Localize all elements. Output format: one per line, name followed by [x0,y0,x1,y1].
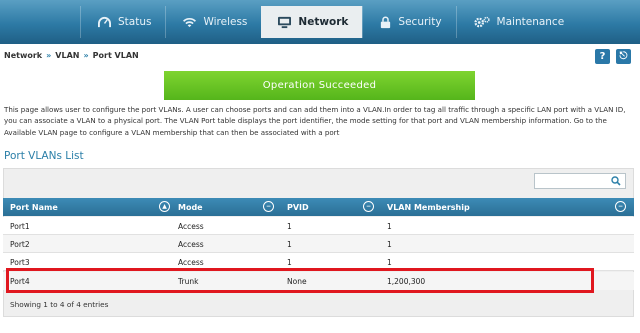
nav-tab-status-label: Status [118,16,152,28]
nav-tab-network[interactable]: Network [261,6,363,38]
top-nav-bar: Status Wireless Network Security Mainten… [0,0,640,44]
breadcrumb-separator: » [46,51,52,60]
sort-up-icon[interactable]: ▲ [159,201,170,212]
sort-icon[interactable]: − [363,201,374,212]
table-row[interactable]: Port1 Access 1 1 [3,217,634,235]
cell-mode: Access [178,221,204,231]
cell-pvid: 1 [287,221,292,231]
nav-tab-status[interactable]: Status [80,6,165,38]
breadcrumb: Network» VLAN» Port VLAN [4,51,139,60]
nav-tab-network-label: Network [298,16,349,28]
page-description: This page allows user to configure the p… [4,105,626,137]
column-header-mode[interactable]: Mode [178,198,203,216]
nav-tab-security[interactable]: Security [362,6,455,38]
help-button[interactable]: ? [595,49,610,64]
gear-icon [473,16,490,27]
cell-pvid: 1 [287,239,292,249]
sort-icon[interactable]: − [615,201,626,212]
logout-button[interactable]: ⎋ [616,49,631,64]
logout-icon: ⎋ [619,51,628,62]
nav-tab-security-label: Security [398,16,442,28]
help-icon: ? [599,51,606,62]
cell-vlan-membership: 1 [387,221,392,231]
column-header-pvid[interactable]: PVID [287,198,309,216]
table-header: Port Name ▲ Mode − PVID − VLAN Membershi… [3,198,634,216]
cell-mode: Access [178,239,204,249]
nav-tab-wireless[interactable]: Wireless [165,6,261,38]
column-header-port-name[interactable]: Port Name [10,198,58,216]
table-row[interactable]: Port2 Access 1 1 [3,235,634,253]
main-nav: Status Wireless Network Security Mainten… [80,6,640,38]
nav-tab-maintenance[interactable]: Maintenance [455,6,579,38]
selection-highlight [6,268,594,293]
table-footer-info: Showing 1 to 4 of 4 entries [10,300,109,309]
sort-icon[interactable]: − [263,201,274,212]
breadcrumb-separator: » [83,51,89,60]
success-banner: Operation Succeeded [164,71,475,100]
gauge-icon [98,16,111,27]
nav-tab-wireless-label: Wireless [203,16,248,28]
cell-port-name: Port1 [10,221,30,231]
nav-tab-maintenance-label: Maintenance [496,16,565,28]
breadcrumb-vlan[interactable]: VLAN [55,51,79,60]
breadcrumb-port-vlan: Port VLAN [92,51,139,60]
column-header-vlan-membership[interactable]: VLAN Membership [387,198,470,216]
wifi-icon [183,17,197,27]
cell-vlan-membership: 1 [387,239,392,249]
lock-icon [381,15,391,28]
breadcrumb-network[interactable]: Network [4,51,42,60]
cell-port-name: Port2 [10,239,30,249]
section-title: Port VLANs List [4,150,84,162]
search-icon[interactable] [611,176,621,186]
search-input[interactable] [534,173,626,189]
monitor-icon [278,16,292,28]
